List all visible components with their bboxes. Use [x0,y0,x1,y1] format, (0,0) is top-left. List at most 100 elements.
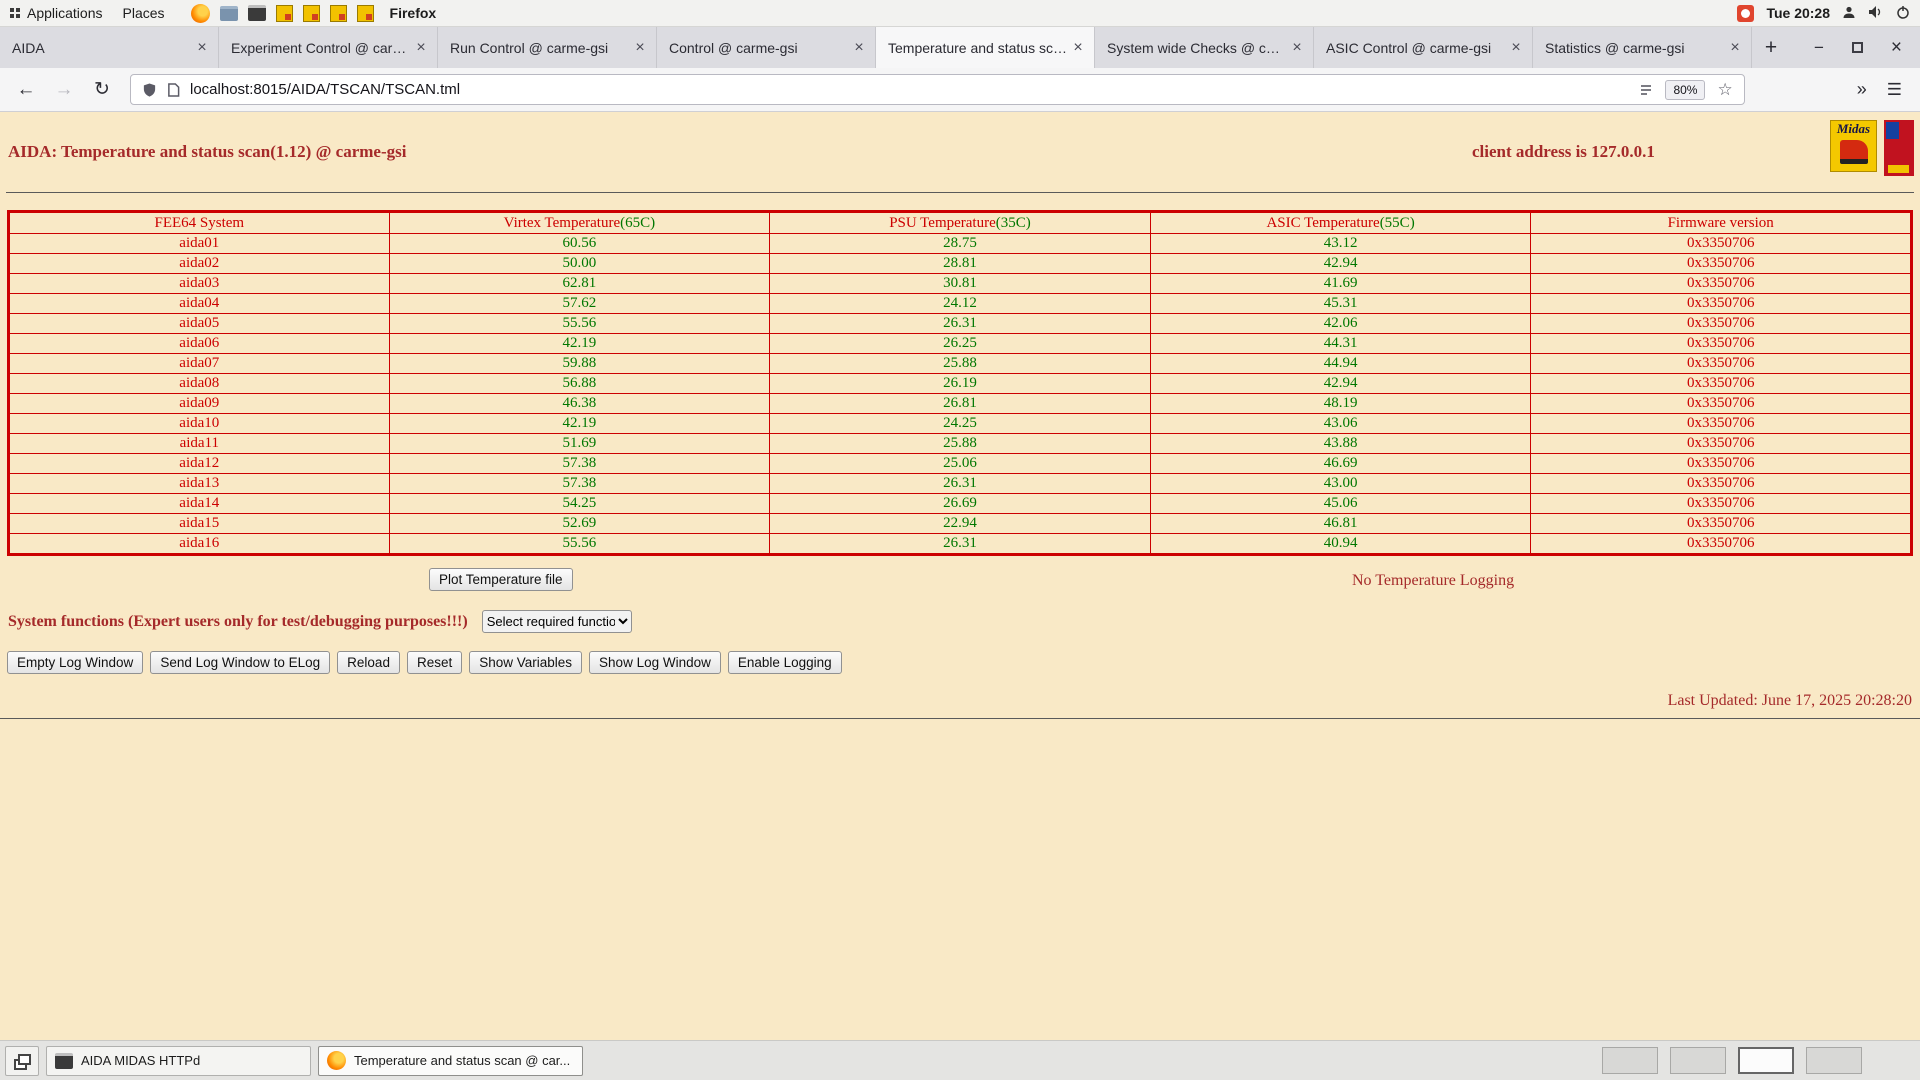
clock[interactable]: Tue 20:28 [1766,5,1830,21]
back-button[interactable]: ← [10,74,42,106]
window-close-button[interactable]: × [1891,37,1902,59]
divider [6,192,1914,193]
maximize-button[interactable] [1852,42,1863,53]
cell-fee64: aida01 [9,234,390,254]
tab-close-icon[interactable]: × [1287,38,1307,58]
cell-firmware: 0x3350706 [1531,254,1912,274]
tab-close-icon[interactable]: × [1506,38,1526,58]
terminal-icon[interactable] [248,5,266,21]
cell-firmware: 0x3350706 [1531,534,1912,555]
show-log-window-button[interactable]: Show Log Window [589,651,721,674]
tab-temperature-scan[interactable]: Temperature and status scan @ carme-gsi … [876,27,1095,68]
show-desktop-button[interactable] [5,1046,39,1076]
page-info-icon[interactable] [167,82,180,98]
taskbar-item-firefox[interactable]: Temperature and status scan @ car... [318,1046,583,1076]
screen-record-indicator-icon[interactable] [1737,5,1754,22]
tab-close-icon[interactable]: × [1068,38,1088,58]
tab-close-icon[interactable]: × [1725,38,1745,58]
focused-app-label[interactable]: Firefox [390,5,437,21]
tab-title: System wide Checks @ carme-gsi [1107,40,1287,56]
topbar-launcher-icons [191,4,374,23]
zoom-level-badge[interactable]: 80% [1665,80,1705,100]
user-icon[interactable] [1842,5,1856,22]
cell-fee64: aida07 [9,354,390,374]
taskbar-item-httpd[interactable]: AIDA MIDAS HTTPd [46,1046,311,1076]
empty-log-window-button[interactable]: Empty Log Window [7,651,143,674]
table-row: aida0856.8826.1942.940x3350706 [9,374,1912,394]
client-address: client address is 127.0.0.1 [1472,142,1655,162]
workspace-4[interactable] [1806,1047,1862,1074]
workspace-2[interactable] [1670,1047,1726,1074]
show-variables-button[interactable]: Show Variables [469,651,582,674]
new-tab-button[interactable]: + [1752,27,1790,68]
applications-menu[interactable]: Applications [0,0,113,26]
volume-icon[interactable] [1868,5,1884,22]
url-host: localhost:8015 [190,81,287,98]
tab-asic-control[interactable]: ASIC Control @ carme-gsi × [1314,27,1533,68]
shield-icon[interactable] [142,82,157,98]
function-select[interactable]: Select required function [482,610,632,633]
tab-close-icon[interactable]: × [849,38,869,58]
cell-virtex: 57.38 [389,454,770,474]
firefox-icon[interactable] [191,4,210,23]
table-row: aida1257.3825.0646.690x3350706 [9,454,1912,474]
cell-virtex: 51.69 [389,434,770,454]
bookmark-star-icon[interactable]: ☆ [1717,80,1732,100]
enable-logging-button[interactable]: Enable Logging [728,651,842,674]
tab-close-icon[interactable]: × [192,38,212,58]
cell-asic: 43.12 [1150,234,1531,254]
cell-firmware: 0x3350706 [1531,414,1912,434]
reload-button[interactable]: ↻ [86,74,118,106]
browser-toolbar: ← → ↻ localhost:8015/AIDA/TSCAN/TSCAN.tm… [0,68,1920,112]
tab-control[interactable]: Control @ carme-gsi × [657,27,876,68]
cell-fee64: aida04 [9,294,390,314]
cell-virtex: 55.56 [389,314,770,334]
midas-app-icon[interactable] [303,5,320,22]
reload-page-button[interactable]: Reload [337,651,400,674]
midas-app-icon[interactable] [330,5,347,22]
tab-experiment-control[interactable]: Experiment Control @ carme-gsi × [219,27,438,68]
midas-app-icon[interactable] [357,5,374,22]
workspace-3[interactable] [1738,1047,1794,1074]
cell-firmware: 0x3350706 [1531,394,1912,414]
tab-close-icon[interactable]: × [630,38,650,58]
cell-virtex: 57.62 [389,294,770,314]
page-content: AIDA: Temperature and status scan(1.12) … [0,112,1920,1040]
files-icon[interactable] [220,6,238,21]
plot-temperature-button[interactable]: Plot Temperature file [429,568,573,591]
topbar-status-area: Tue 20:28 [1737,5,1920,22]
tab-statistics[interactable]: Statistics @ carme-gsi × [1533,27,1752,68]
tab-system-checks[interactable]: System wide Checks @ carme-gsi × [1095,27,1314,68]
power-icon[interactable] [1896,5,1910,22]
col-header-fee64: FEE64 System [9,212,390,234]
plot-row: Plot Temperature file No Temperature Log… [0,568,1920,596]
hamburger-menu-icon[interactable]: ☰ [1887,80,1902,100]
send-log-to-elog-button[interactable]: Send Log Window to ELog [150,651,330,674]
cell-psu: 24.25 [770,414,1151,434]
url-text: localhost:8015/AIDA/TSCAN/TSCAN.tml [190,81,1634,98]
cell-firmware: 0x3350706 [1531,354,1912,374]
cell-asic: 46.81 [1150,514,1531,534]
reset-button[interactable]: Reset [407,651,462,674]
tab-run-control[interactable]: Run Control @ carme-gsi × [438,27,657,68]
workspace-1[interactable] [1602,1047,1658,1074]
minimize-button[interactable]: − [1814,38,1824,58]
taskbar-item-label: AIDA MIDAS HTTPd [81,1053,200,1068]
tab-title: AIDA [12,40,192,56]
cell-virtex: 57.38 [389,474,770,494]
tab-aida[interactable]: AIDA × [0,27,219,68]
temperature-table: FEE64 System Virtex Temperature(65C) PSU… [7,210,1913,556]
forward-button[interactable]: → [48,74,80,106]
tab-close-icon[interactable]: × [411,38,431,58]
cell-asic: 43.06 [1150,414,1531,434]
cell-virtex: 54.25 [389,494,770,514]
cell-firmware: 0x3350706 [1531,514,1912,534]
reader-mode-icon[interactable] [1639,83,1653,97]
overflow-menu-icon[interactable]: » [1857,79,1867,100]
url-bar[interactable]: localhost:8015/AIDA/TSCAN/TSCAN.tml 80% … [130,74,1745,105]
places-menu[interactable]: Places [113,0,175,26]
midas-logo-art [1840,140,1868,164]
cell-virtex: 52.69 [389,514,770,534]
cell-firmware: 0x3350706 [1531,474,1912,494]
midas-app-icon[interactable] [276,5,293,22]
